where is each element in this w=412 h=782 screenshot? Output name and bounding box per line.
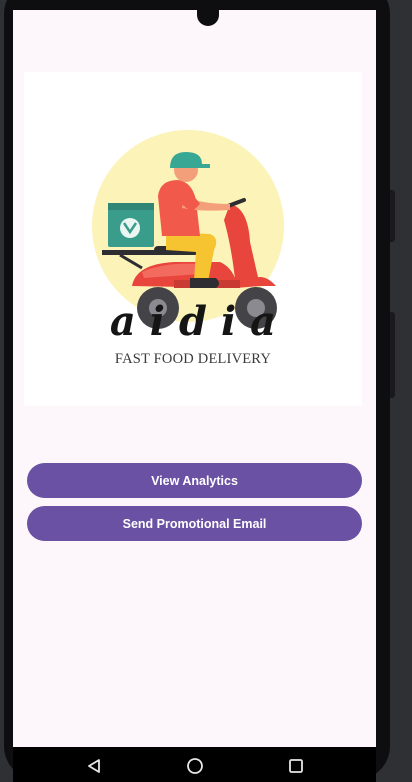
send-promotional-email-button[interactable]: Send Promotional Email: [27, 506, 362, 541]
logo-image: aidia FAST FOOD DELIVERY: [24, 72, 362, 406]
volume-button: [390, 312, 395, 398]
brand-name: aidia: [109, 298, 291, 345]
camera-notch: [197, 10, 219, 26]
recents-square-icon[interactable]: [285, 755, 307, 777]
back-triangle-icon[interactable]: [83, 755, 105, 777]
system-navigation-bar: [13, 747, 376, 782]
view-analytics-button[interactable]: View Analytics: [27, 463, 362, 498]
brand-tagline: FAST FOOD DELIVERY: [114, 351, 272, 367]
app-screen: aidia FAST FOOD DELIVERY View Analytics …: [13, 10, 376, 747]
device-frame: aidia FAST FOOD DELIVERY View Analytics …: [0, 0, 412, 782]
power-button: [390, 190, 395, 242]
home-circle-icon[interactable]: [184, 755, 206, 777]
